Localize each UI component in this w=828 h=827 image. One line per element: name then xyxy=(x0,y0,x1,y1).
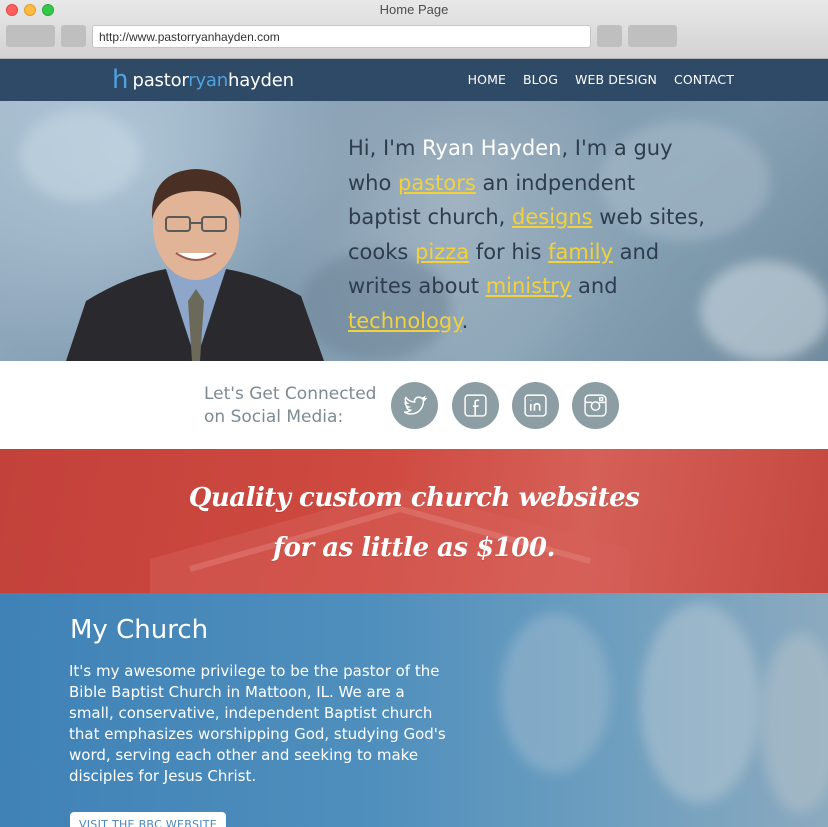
browser-chrome: Home Page http://www.pastorryanhayden.co… xyxy=(0,0,828,59)
banner-building-photo xyxy=(150,489,630,593)
site-logo[interactable]: h pastorryanhayden xyxy=(112,66,294,94)
background-blur xyxy=(760,633,828,813)
logo-middle: ryan xyxy=(188,69,228,91)
social-label-line: on Social Media: xyxy=(204,407,344,427)
logo-h-mark: h xyxy=(112,65,129,95)
twitter-icon[interactable] xyxy=(391,382,438,429)
hero-name: Ryan Hayden xyxy=(422,136,562,160)
church-description: It's my awesome privilege to be the past… xyxy=(69,662,446,785)
link-ministry[interactable]: ministry xyxy=(486,274,572,298)
nav-contact[interactable]: CONTACT xyxy=(674,72,734,87)
banner-line-1: Quality custom church websites xyxy=(188,483,640,513)
hero-section: Hi, I'm Ryan Hayden, I'm a guy who pasto… xyxy=(0,101,828,361)
background-blur xyxy=(640,603,760,803)
church-title: My Church xyxy=(70,615,209,645)
church-section: My Church It's my awesome privilege to b… xyxy=(0,593,828,827)
back-forward-button[interactable] xyxy=(6,25,55,47)
nav-web-design[interactable]: WEB DESIGN xyxy=(575,72,657,87)
logo-text: pastorryanhayden xyxy=(132,69,294,91)
logo-suffix: hayden xyxy=(227,69,294,91)
portrait-photo xyxy=(66,169,324,361)
link-technology[interactable]: technology xyxy=(348,309,462,333)
linkedin-icon[interactable] xyxy=(512,382,559,429)
web-design-banner[interactable]: Quality custom church websites for as li… xyxy=(0,449,828,593)
window-title: Home Page xyxy=(379,2,449,17)
background-blur xyxy=(500,613,610,773)
hero-text: for his xyxy=(469,239,549,264)
hero-text: and xyxy=(571,274,618,298)
social-label-line: Let's Get Connected xyxy=(204,384,377,404)
hero-text: . xyxy=(461,308,469,333)
hero-text: Hi, I'm xyxy=(348,136,423,160)
nav-blog[interactable]: BLOG xyxy=(523,72,558,87)
share-button[interactable] xyxy=(597,25,622,47)
tabs-button[interactable] xyxy=(628,25,677,47)
visit-bbc-button[interactable]: VISIT THE BBC WEBSITE xyxy=(70,812,226,827)
link-designs[interactable]: designs xyxy=(512,205,593,229)
instagram-icon[interactable] xyxy=(572,382,619,429)
social-label: Let's Get Connected on Social Media: xyxy=(204,383,376,429)
site-header: h pastorryanhayden HOME BLOG WEB DESIGN … xyxy=(0,59,828,101)
nav-home[interactable]: HOME xyxy=(468,72,506,87)
logo-prefix: pastor xyxy=(132,69,189,91)
background-blur xyxy=(700,261,828,361)
main-nav: HOME BLOG WEB DESIGN CONTACT xyxy=(468,72,734,87)
sidebar-button[interactable] xyxy=(61,25,86,47)
link-family[interactable]: family xyxy=(548,240,613,264)
hero-intro: Hi, I'm Ryan Hayden, I'm a guy who pasto… xyxy=(348,131,708,338)
link-pastors[interactable]: pastors xyxy=(398,171,476,195)
url-bar[interactable]: http://www.pastorryanhayden.com xyxy=(92,25,591,48)
link-pizza[interactable]: pizza xyxy=(415,240,469,264)
facebook-icon[interactable] xyxy=(452,382,499,429)
banner-line-2: for as little as $100. xyxy=(272,533,556,563)
social-section: Let's Get Connected on Social Media: xyxy=(0,361,828,449)
